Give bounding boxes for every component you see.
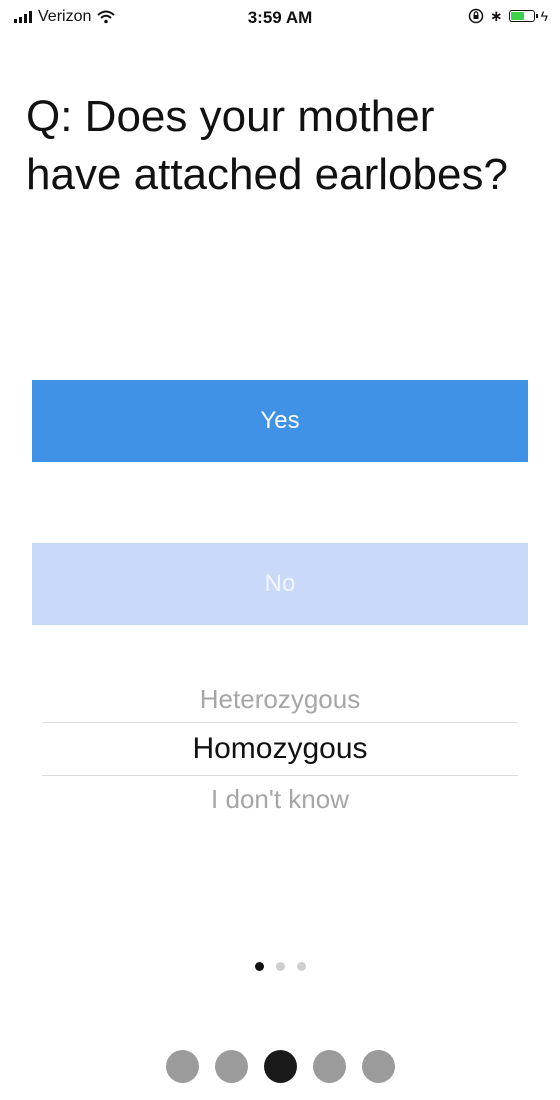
page-dot-3[interactable] <box>296 962 306 971</box>
status-bar: Verizon 3:59 AM ∗ ϟ <box>0 0 560 38</box>
battery-icon <box>508 10 538 22</box>
picker-option-dont-know[interactable]: I don't know <box>42 776 518 822</box>
rotation-lock-icon <box>468 8 484 24</box>
question-text: Q: Does your mother have attached earlob… <box>26 92 508 199</box>
yes-button[interactable]: Yes <box>32 380 528 462</box>
status-right: ∗ ϟ <box>468 7 548 25</box>
page-dot-1[interactable] <box>254 962 264 971</box>
charging-icon: ϟ <box>540 8 548 24</box>
page-dot-2[interactable] <box>275 962 285 971</box>
progress-dot-2[interactable] <box>214 1050 248 1083</box>
picker-option-homozygous[interactable]: Homozygous <box>42 722 518 776</box>
page-indicator[interactable] <box>0 962 560 971</box>
genotype-picker[interactable]: Heterozygous Homozygous I don't know <box>42 676 518 822</box>
progress-dot-5[interactable] <box>361 1050 395 1083</box>
progress-dot-3[interactable] <box>263 1050 297 1083</box>
picker-option-heterozygous[interactable]: Heterozygous <box>42 676 518 722</box>
no-button[interactable]: No <box>32 543 528 625</box>
progress-dot-4[interactable] <box>312 1050 346 1083</box>
bluetooth-icon: ∗ <box>490 8 503 25</box>
progress-indicator <box>0 1050 560 1083</box>
progress-dot-1[interactable] <box>165 1050 199 1083</box>
